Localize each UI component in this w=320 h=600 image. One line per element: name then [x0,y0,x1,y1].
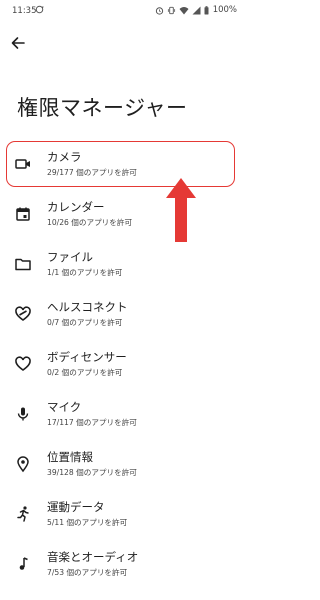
pointer-arrow-icon [166,178,196,242]
battery-percent: 100% [212,5,237,15]
status-bar: 11:35 100% [0,0,245,22]
permission-item-calendar[interactable]: カレンダー 10/26 個のアプリを許可 [0,191,245,237]
music-note-icon [14,555,32,573]
permission-item-health-connect[interactable]: ヘルスコネクト 0/7 個のアプリを許可 [0,291,245,337]
permission-summary: 10/26 個のアプリを許可 [47,218,133,227]
camera-icon [14,155,32,173]
permission-label: カレンダー [47,200,105,214]
alarm-icon [155,6,163,15]
status-icons: 100% [155,5,237,15]
permission-summary: 0/2 個のアプリを許可 [47,368,123,377]
permission-item-physical-activity[interactable]: 運動データ 5/11 個のアプリを許可 [0,491,245,537]
permission-summary: 0/7 個のアプリを許可 [47,318,123,327]
signal-icon [192,6,201,14]
running-icon [14,505,32,523]
permission-summary: 29/177 個のアプリを許可 [47,168,137,177]
permission-label: 位置情報 [47,450,93,464]
permission-label: カメラ [47,150,82,164]
status-time: 11:35 [12,6,37,16]
permission-summary: 7/53 個のアプリを許可 [47,568,128,577]
permission-summary: 5/11 個のアプリを許可 [47,518,128,527]
permission-item-music-audio[interactable]: 音楽とオーディオ 7/53 個のアプリを許可 [0,541,245,587]
permission-label: 運動データ [47,500,105,514]
permission-item-body-sensors[interactable]: ボディセンサー 0/2 個のアプリを許可 [0,341,245,387]
health-connect-icon [14,305,32,323]
permission-item-microphone[interactable]: マイク 17/117 個のアプリを許可 [0,391,245,437]
permission-item-files[interactable]: ファイル 1/1 個のアプリを許可 [0,241,245,287]
wifi-icon [179,6,189,14]
folder-icon [14,255,32,273]
permission-summary: 17/117 個のアプリを許可 [47,418,137,427]
back-arrow-icon[interactable] [8,33,28,53]
page-title: 権限マネージャー [17,96,188,120]
permission-item-location[interactable]: 位置情報 39/128 個のアプリを許可 [0,441,245,487]
location-icon [14,455,32,473]
heart-icon [14,355,32,373]
permission-label: ヘルスコネクト [47,300,128,314]
sync-icon [35,5,44,14]
permission-label: 音楽とオーディオ [47,550,139,564]
permission-summary: 1/1 個のアプリを許可 [47,268,123,277]
calendar-icon [14,205,32,223]
permission-label: ボディセンサー [47,350,127,364]
permission-label: ファイル [47,250,93,264]
permission-label: マイク [47,400,82,414]
battery-icon [204,5,209,14]
vibrate-icon [167,6,175,14]
permission-item-camera[interactable]: カメラ 29/177 個のアプリを許可 [0,141,245,187]
microphone-icon [14,405,32,423]
permission-summary: 39/128 個のアプリを許可 [47,468,137,477]
